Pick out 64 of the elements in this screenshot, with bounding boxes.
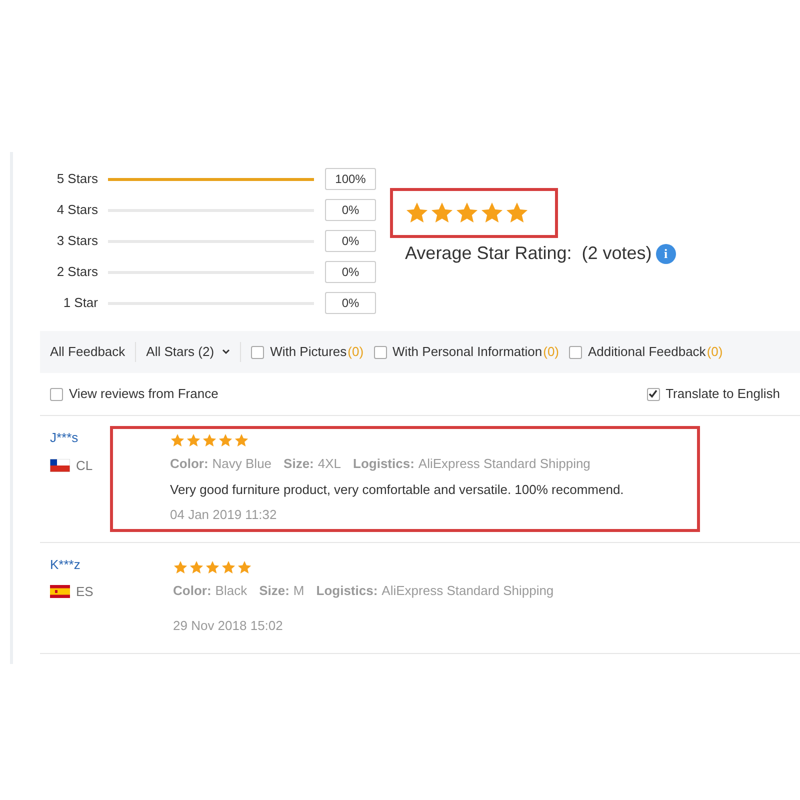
attribute-value: M: [293, 582, 304, 600]
filter-count: (0): [348, 343, 364, 362]
star-icon: [505, 201, 529, 225]
percent-box: 100%: [325, 168, 376, 190]
attribute-name: Size:: [259, 582, 290, 600]
rating-label: 4 Stars: [56, 201, 99, 220]
attribute-value: Navy Blue: [212, 455, 272, 473]
percent-box: 0%: [325, 199, 376, 221]
star-icon: [237, 560, 252, 574]
attribute-name: Color:: [170, 455, 208, 473]
filter-label[interactable]: With Pictures: [270, 342, 347, 362]
caret-icon: [222, 349, 230, 355]
reviewer-name[interactable]: K***z: [50, 554, 110, 574]
rating-label: 5 Stars: [56, 170, 99, 188]
star-icon: [480, 201, 504, 225]
filter-label[interactable]: Additional Feedback: [588, 342, 706, 362]
checkbox[interactable]: [569, 346, 582, 358]
checkbox[interactable]: [251, 346, 264, 358]
rating-label: 1 Star: [62, 294, 99, 312]
filter-count: (0): [706, 343, 723, 362]
filter-label[interactable]: With Personal Information: [392, 342, 542, 362]
review-date: 04 Jan 2019 11:32: [170, 506, 278, 524]
translate-label[interactable]: Translate to English: [666, 384, 780, 404]
star-icon: [202, 433, 217, 448]
star-icon: [234, 433, 249, 448]
average-rating-label: Average Star Rating:: [405, 242, 572, 265]
attribute-value: Black: [215, 582, 248, 600]
checkbox[interactable]: [374, 346, 387, 358]
review-date: 29 Nov 2018 15:02: [173, 617, 284, 635]
vote-count: (2 votes): [582, 242, 652, 265]
star-icon: [405, 201, 429, 225]
star-icon: [221, 560, 236, 574]
attribute-name: Logistics:: [353, 455, 414, 473]
rating-label: 3 Stars: [56, 232, 99, 250]
attribute-name: Logistics:: [316, 582, 378, 600]
star-icon: [189, 560, 204, 574]
attribute-value: 4XL: [318, 455, 342, 473]
checkbox[interactable]: [646, 388, 660, 400]
star-icon: [186, 433, 201, 448]
all-feedback-tab[interactable]: All Feedback: [50, 342, 136, 362]
filter-count: (0): [543, 343, 559, 362]
flag-icon: [50, 458, 70, 472]
rating-label: 2 Stars: [56, 263, 99, 282]
country-filter-label[interactable]: View reviews from France: [69, 384, 218, 404]
attribute-name: Size:: [284, 455, 314, 473]
reviewer-name[interactable]: J***s: [50, 428, 110, 448]
attribute-name: Color:: [173, 582, 212, 600]
country-code: ES: [76, 583, 94, 601]
star-filter-dropdown[interactable]: All Stars (2): [146, 342, 242, 362]
checkbox[interactable]: [50, 388, 63, 400]
star-icon: [218, 433, 233, 448]
attribute-value: AliExpress Standard Shipping: [382, 582, 554, 600]
star-icon: [170, 433, 185, 448]
flag-icon: [50, 585, 70, 598]
percent-box: 0%: [325, 230, 376, 252]
star-icon: [430, 201, 454, 225]
star-icon: [205, 560, 220, 574]
star-icon: [455, 201, 479, 225]
percent-box: 0%: [325, 292, 376, 314]
star-icon: [173, 560, 188, 574]
review-text: Very good furniture product, very comfortable and versatile. 100% recommend.: [170, 480, 625, 499]
percent-box: 0%: [325, 261, 376, 283]
attribute-value: AliExpress Standard Shipping: [418, 455, 590, 473]
country-code: CL: [76, 456, 93, 474]
